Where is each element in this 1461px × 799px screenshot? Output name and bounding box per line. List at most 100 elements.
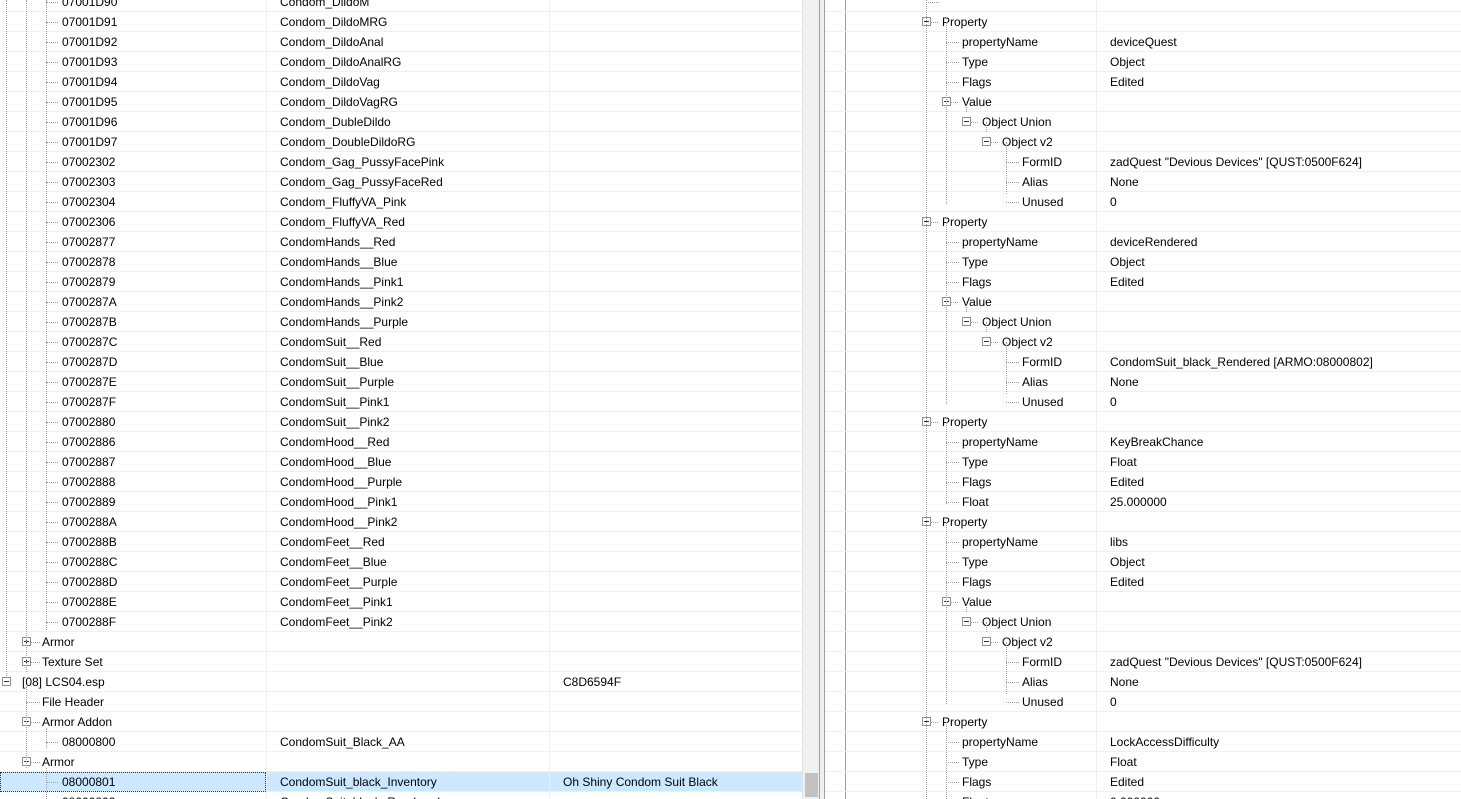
table-row[interactable]: 07002888 CondomHood__Purple xyxy=(0,472,802,492)
table-row[interactable]: 07001D91 Condom_DildoMRG xyxy=(0,12,802,32)
property-field[interactable]: Float 25.000000 xyxy=(825,492,1461,512)
tree-connector xyxy=(1006,642,1007,694)
table-row[interactable]: 07001D90 Condom_DildoM xyxy=(0,0,802,12)
table-row[interactable]: 0700287E CondomSuit__Purple xyxy=(0,372,802,392)
record-tree-scrollbar[interactable] xyxy=(802,0,820,799)
table-row[interactable]: 07001D96 Condom_DubleDildo xyxy=(0,112,802,132)
field-value-cell: None xyxy=(1096,672,1461,692)
table-row[interactable]: 0700287D CondomSuit__Blue xyxy=(0,352,802,372)
property-field[interactable]: Float 0.000000 xyxy=(825,792,1461,799)
property-field[interactable]: propertyName LockAccessDifficulty xyxy=(825,732,1461,752)
tree-file-header[interactable]: File Header xyxy=(0,692,802,712)
value-node[interactable]: Value xyxy=(825,592,1461,612)
object-v2-node[interactable]: Object v2 xyxy=(825,132,1461,152)
table-row[interactable]: 0700287C CondomSuit__Red xyxy=(0,332,802,352)
table-row[interactable]: 07002889 CondomHood__Pink1 xyxy=(0,492,802,512)
property-field[interactable]: Type Float xyxy=(825,452,1461,472)
editor-id-text: CondomHood__Pink1 xyxy=(280,495,398,509)
object-field[interactable]: FormID CondomSuit_black_Rendered [ARMO:08… xyxy=(825,352,1461,372)
property-node[interactable]: Property xyxy=(825,412,1461,432)
property-field[interactable]: Flags Edited xyxy=(825,472,1461,492)
field-name: Object Union xyxy=(982,615,1052,629)
property-field[interactable]: Type Float xyxy=(825,752,1461,772)
value-node[interactable]: Value xyxy=(825,292,1461,312)
property-node[interactable]: Property xyxy=(825,712,1461,732)
table-row[interactable]: 0700288D CondomFeet__Purple xyxy=(0,572,802,592)
tree-group-texture-set[interactable]: Texture Set xyxy=(0,652,802,672)
table-row[interactable]: 0700287A CondomHands__Pink2 xyxy=(0,292,802,312)
table-row[interactable]: 0700288B CondomFeet__Red xyxy=(0,532,802,552)
name-cell xyxy=(549,232,802,252)
property-field[interactable]: Flags Edited xyxy=(825,272,1461,292)
property-node[interactable]: Property xyxy=(825,12,1461,32)
tree-plugin-lcs04[interactable]: [08] LCS04.esp C8D6594F xyxy=(0,672,802,692)
property-field[interactable]: Flags Edited xyxy=(825,772,1461,792)
table-row[interactable]: 0700288A CondomHood__Pink2 xyxy=(0,512,802,532)
table-row[interactable]: 07001D93 Condom_DildoAnalRG xyxy=(0,52,802,72)
table-row[interactable]: 07002887 CondomHood__Blue xyxy=(0,452,802,472)
tree-group-armor[interactable]: Armor xyxy=(0,632,802,652)
property-field[interactable]: Type Object xyxy=(825,52,1461,72)
property-field[interactable]: Type Object xyxy=(825,552,1461,572)
object-v2-node[interactable]: Object v2 xyxy=(825,632,1461,652)
table-row[interactable]: 07002879 CondomHands__Pink1 xyxy=(0,272,802,292)
field-name: propertyName xyxy=(962,735,1039,749)
table-row[interactable]: 07002878 CondomHands__Blue xyxy=(0,252,802,272)
value-node[interactable]: Value xyxy=(825,92,1461,112)
object-union-node[interactable]: Object Union xyxy=(825,112,1461,132)
table-row[interactable]: 0700287F CondomSuit__Pink1 xyxy=(0,392,802,412)
table-row[interactable]: 07002886 CondomHood__Red xyxy=(0,432,802,452)
property-field[interactable]: Flags Edited xyxy=(825,572,1461,592)
object-field[interactable]: FormID zadQuest "Devious Devices" [QUST:0… xyxy=(825,152,1461,172)
record-view[interactable]: Property propertyName deviceQuest Type Objec… xyxy=(825,0,1461,799)
table-row[interactable]: 07002877 CondomHands__Red xyxy=(0,232,802,252)
field-name: Flags xyxy=(962,775,992,789)
property-field[interactable]: propertyName deviceRendered xyxy=(825,232,1461,252)
table-row[interactable]: 08000800 CondomSuit_Black_AA xyxy=(0,732,802,752)
table-row[interactable]: 07001D95 Condom_DildoVagRG xyxy=(0,92,802,112)
field-value-cell: Object xyxy=(1096,52,1461,72)
table-row-selected[interactable]: 08000801 CondomSuit_black_Inventory Oh Shi… xyxy=(0,772,802,792)
property-field[interactable]: Type Object xyxy=(825,252,1461,272)
table-row[interactable]: 07002306 Condom_FluffyVA_Red xyxy=(0,212,802,232)
property-field[interactable]: propertyName KeyBreakChance xyxy=(825,432,1461,452)
table-row[interactable]: 0700288F CondomFeet__Pink2 xyxy=(0,612,802,632)
collapse-icon[interactable] xyxy=(2,677,11,686)
scrollbar-thumb[interactable] xyxy=(805,773,818,797)
object-field[interactable]: Unused 0 xyxy=(825,692,1461,712)
table-row[interactable]: 0700287B CondomHands__Purple xyxy=(0,312,802,332)
object-field[interactable]: Alias None xyxy=(825,672,1461,692)
object-field[interactable]: FormID zadQuest "Devious Devices" [QUST:0… xyxy=(825,652,1461,672)
table-row[interactable]: 07002880 CondomSuit__Pink2 xyxy=(0,412,802,432)
property-field[interactable]: Flags Edited xyxy=(825,72,1461,92)
object-union-node[interactable]: Object Union xyxy=(825,612,1461,632)
tree-group-armor-addon[interactable]: Armor Addon xyxy=(0,712,802,732)
table-row[interactable]: 07001D92 Condom_DildoAnal xyxy=(0,32,802,52)
object-field[interactable]: Unused 0 xyxy=(825,192,1461,212)
table-row[interactable]: 07002302 Condom_Gag_PussyFacePink xyxy=(0,152,802,172)
object-union-node[interactable]: Object Union xyxy=(825,312,1461,332)
name-cell xyxy=(549,752,802,772)
tree-connector xyxy=(46,302,58,303)
table-row[interactable]: 07001D97 Condom_DoubleDildoRG xyxy=(0,132,802,152)
property-field[interactable]: propertyName deviceQuest xyxy=(825,32,1461,52)
table-row[interactable]: 07001D94 Condom_DildoVag xyxy=(0,72,802,92)
property-field[interactable]: propertyName libs xyxy=(825,532,1461,552)
name-cell: C8D6594F xyxy=(549,672,802,692)
object-field[interactable]: Alias None xyxy=(825,172,1461,192)
object-v2-node[interactable]: Object v2 xyxy=(825,332,1461,352)
tree-group-armor-2[interactable]: Armor xyxy=(0,752,802,772)
property-node[interactable]: Property xyxy=(825,512,1461,532)
table-row[interactable]: 07002304 Condom_FluffyVA_Pink xyxy=(0,192,802,212)
record-tree[interactable]: 07001D90 Condom_DildoM 07001D91 Condom_Dild… xyxy=(0,0,802,799)
table-row[interactable]: 0700288C CondomFeet__Blue xyxy=(0,552,802,572)
property-node[interactable]: Property xyxy=(825,212,1461,232)
tree-row[interactable] xyxy=(825,0,1461,12)
field-name: Type xyxy=(962,455,989,469)
formid-cell: 08000802 xyxy=(0,792,266,799)
object-field[interactable]: Alias None xyxy=(825,372,1461,392)
table-row[interactable]: 08000802 CondomSuit_black_Rendered xyxy=(0,792,802,799)
table-row[interactable]: 0700288E CondomFeet__Pink1 xyxy=(0,592,802,612)
object-field[interactable]: Unused 0 xyxy=(825,392,1461,412)
table-row[interactable]: 07002303 Condom_Gag_PussyFaceRed xyxy=(0,172,802,192)
